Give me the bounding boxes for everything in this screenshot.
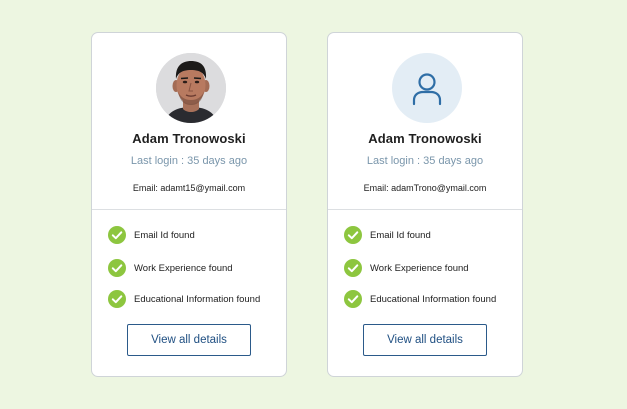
user-photo [156, 53, 226, 123]
user-placeholder-icon [412, 73, 442, 106]
check-circle-icon [344, 259, 362, 277]
profile-card: Adam Tronowoski Last login : 35 days ago… [91, 32, 287, 377]
email-text: Email: adamt15@ymail.com [132, 183, 246, 193]
view-all-details-button[interactable]: View all details [363, 324, 487, 356]
avatar [392, 53, 462, 123]
check-label: Work Experience found [370, 262, 469, 274]
page: Adam Tronowoski Last login : 35 days ago… [0, 0, 627, 409]
check-label: Educational Information found [370, 293, 497, 305]
email-text: Email: adamTrono@ymail.com [363, 183, 487, 193]
last-login-text: Last login : 35 days ago [130, 155, 248, 167]
divider [328, 209, 522, 210]
profile-card: Adam Tronowoski Last login : 35 days ago… [327, 32, 523, 377]
check-circle-icon [108, 226, 126, 244]
last-login-text: Last login : 35 days ago [366, 155, 484, 167]
check-label: Email Id found [370, 229, 431, 241]
check-label: Email Id found [134, 229, 195, 241]
user-name: Adam Tronowoski [368, 131, 482, 146]
check-label: Educational Information found [134, 293, 261, 305]
check-circle-icon [108, 290, 126, 308]
check-item: Work Experience found [108, 259, 233, 277]
check-item: Email Id found [108, 226, 195, 244]
check-circle-icon [344, 290, 362, 308]
divider [92, 209, 286, 210]
check-item: Educational Information found [344, 290, 496, 308]
check-circle-icon [108, 259, 126, 277]
check-item: Work Experience found [344, 259, 469, 277]
user-name: Adam Tronowoski [132, 131, 246, 146]
check-item: Email Id found [344, 226, 431, 244]
avatar [156, 53, 226, 123]
view-all-details-button[interactable]: View all details [127, 324, 251, 356]
check-label: Work Experience found [134, 262, 233, 274]
check-item: Educational Information found [108, 290, 260, 308]
check-circle-icon [344, 226, 362, 244]
